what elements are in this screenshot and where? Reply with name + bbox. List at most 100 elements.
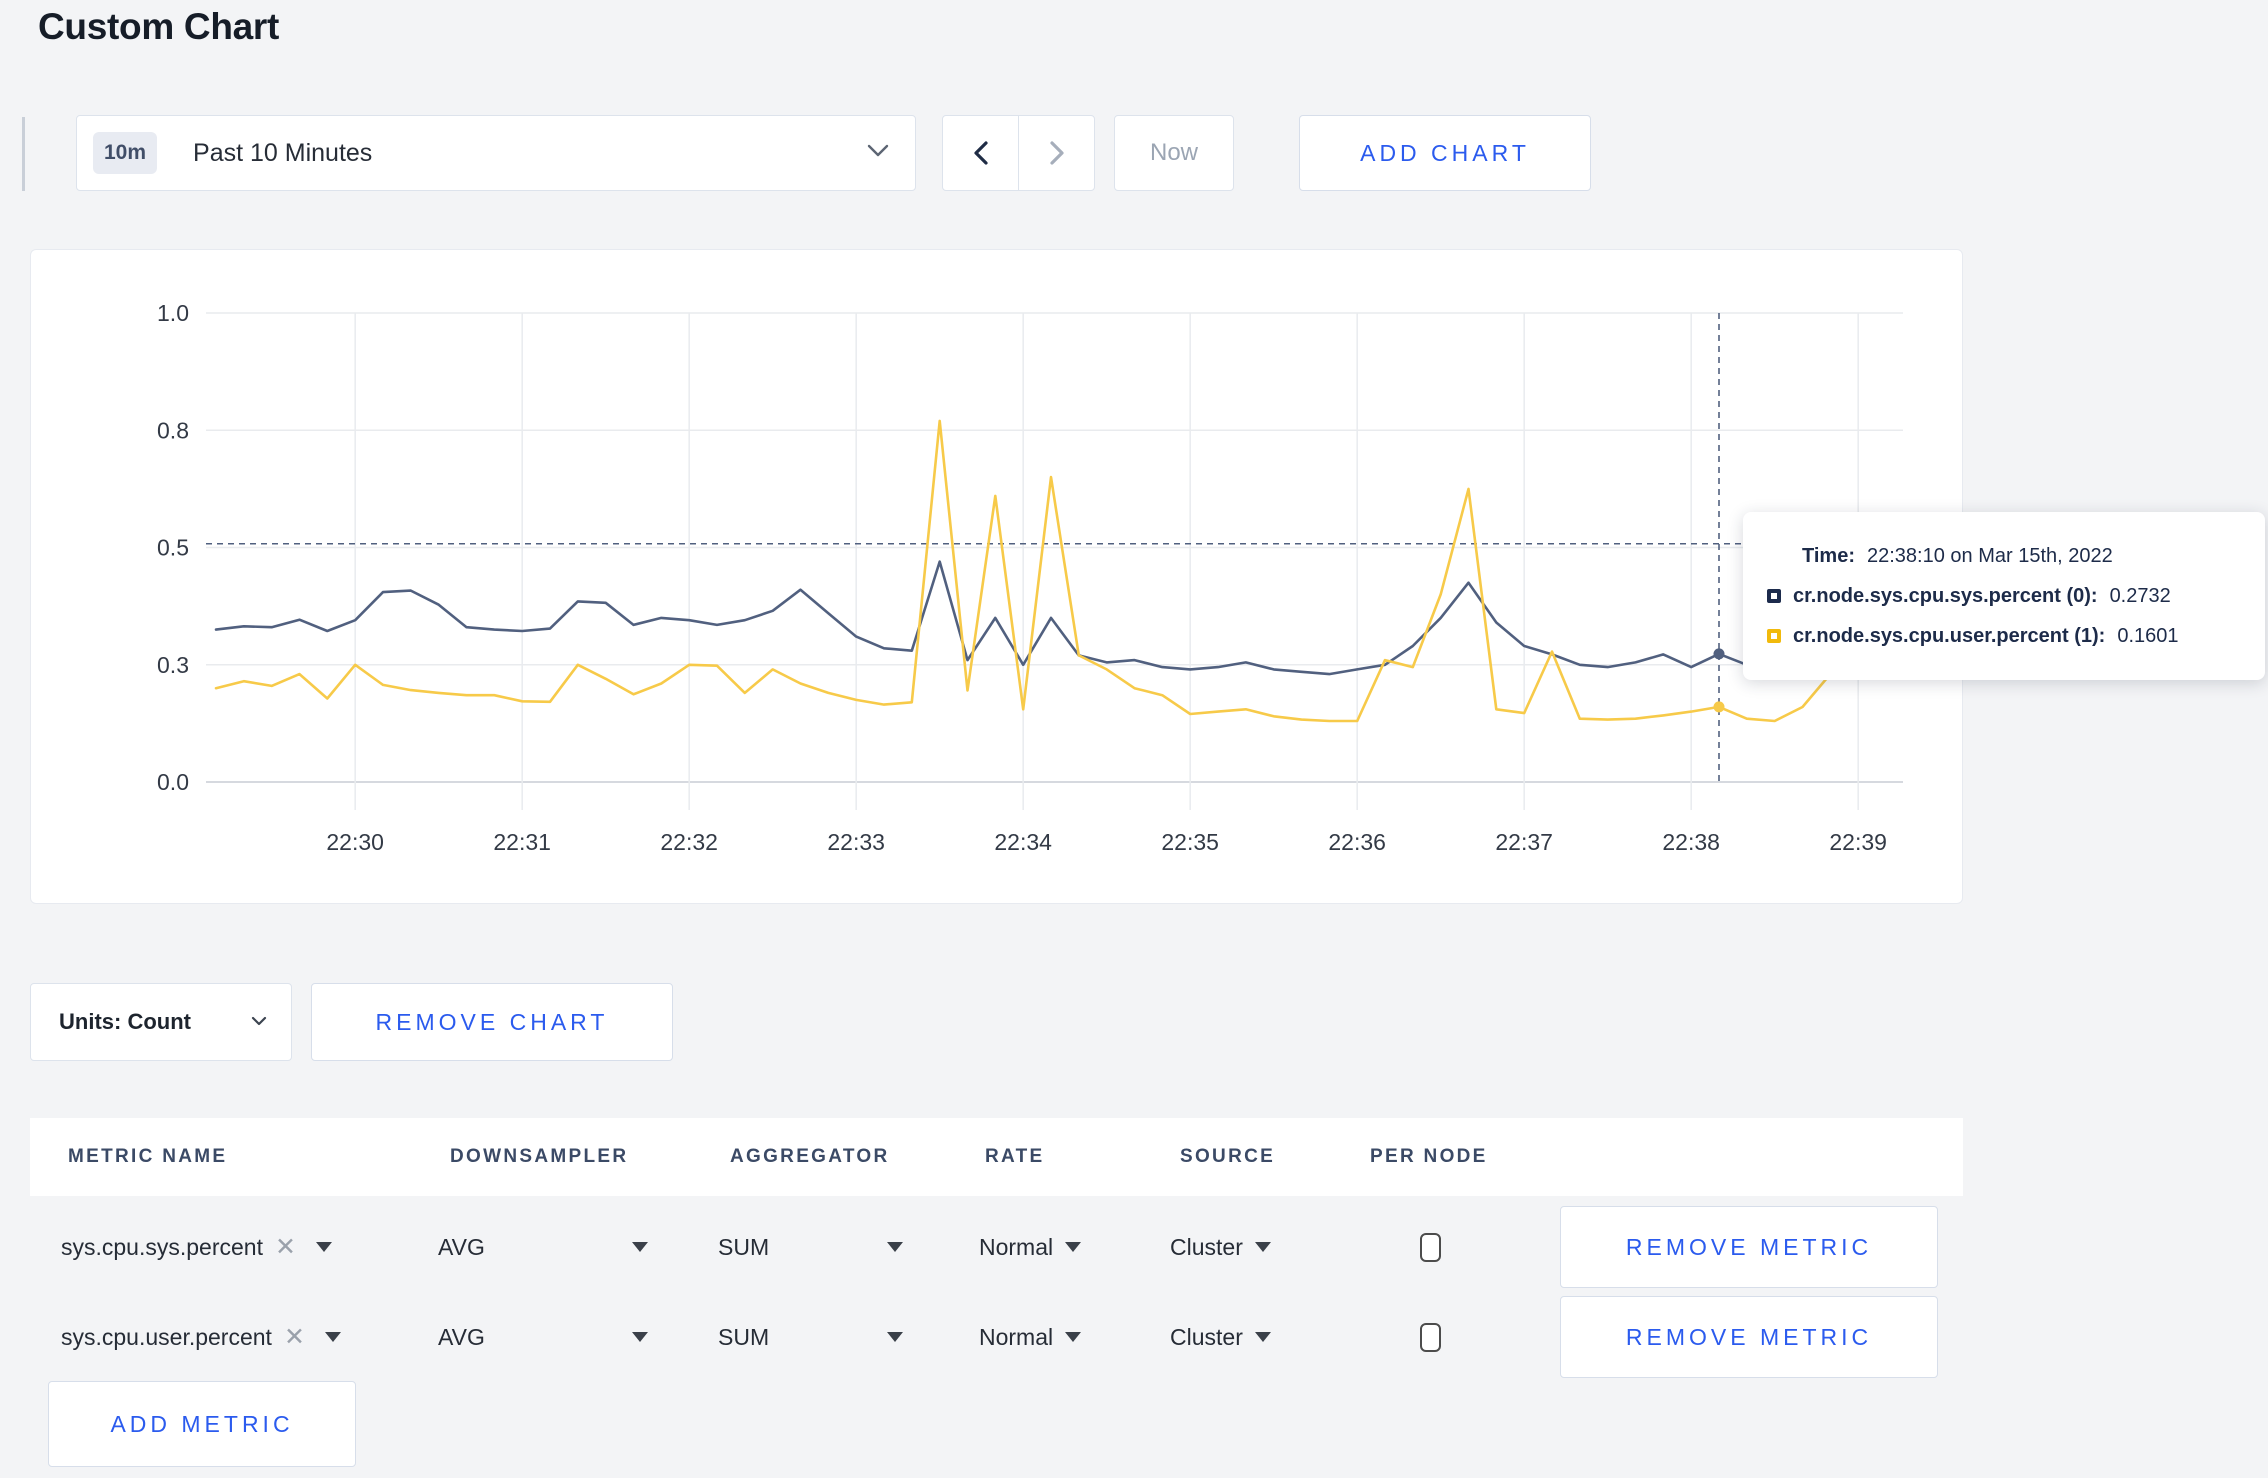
now-button[interactable]: Now <box>1114 115 1234 191</box>
x-axis-tick-label: 22:38 <box>1662 829 1720 855</box>
per-node-cell <box>1420 1296 1441 1378</box>
rate-dropdown[interactable]: Normal <box>979 1206 1082 1288</box>
time-range-dropdown[interactable]: 10m Past 10 Minutes <box>76 115 916 191</box>
downsampler-value[interactable]: AVG <box>438 1206 485 1288</box>
series-line <box>214 419 1888 723</box>
series-line <box>214 560 1888 676</box>
caret-down-icon[interactable] <box>324 1332 341 1342</box>
caret-down-icon <box>1065 1332 1082 1342</box>
page-title: Custom Chart <box>38 6 280 47</box>
tooltip-time-label: Time: <box>1802 544 1855 567</box>
downsampler-value[interactable]: AVG <box>438 1296 485 1378</box>
source-value: Cluster <box>1170 1233 1243 1260</box>
tooltip-series-name: cr.node.sys.cpu.sys.percent (0): <box>1793 584 2098 607</box>
caret-down-icon <box>632 1332 648 1342</box>
hover-point-dot <box>1713 701 1725 713</box>
aggregator-dropdown-caret[interactable] <box>887 1206 903 1288</box>
clear-metric-icon[interactable]: ✕ <box>284 1322 305 1352</box>
downsampler-dropdown-caret[interactable] <box>632 1206 648 1288</box>
chart-grid: 0.0 0.3 0.5 0.8 1.0 22:30 22:31 22:32 22:33 22:34… <box>157 300 1903 855</box>
sys-series-swatch-icon <box>1767 589 1781 603</box>
caret-down-icon[interactable] <box>315 1242 332 1252</box>
remove-metric-button[interactable]: REMOVE METRIC <box>1560 1296 1938 1378</box>
metrics-table: METRIC NAME DOWNSAMPLER AGGREGATOR RATE … <box>30 1115 1963 1477</box>
per-node-checkbox[interactable] <box>1420 1322 1441 1352</box>
chart-card: 0.0 0.3 0.5 0.8 1.0 22:30 22:31 22:32 22:33 22:34… <box>30 249 2265 905</box>
metric-name-value: sys.cpu.sys.percent <box>61 1233 263 1260</box>
column-header-aggregator: AGGREGATOR <box>730 1146 890 1167</box>
y-axis-tick-label: 0.8 <box>157 417 189 443</box>
tooltip-series-row: cr.node.sys.cpu.sys.percent (0): 0.2732 <box>1767 585 2265 608</box>
column-header-downsampler: DOWNSAMPLER <box>450 1146 629 1167</box>
metric-name-dropdown[interactable]: sys.cpu.sys.percent ✕ <box>61 1206 332 1288</box>
metrics-table-header: METRIC NAME DOWNSAMPLER AGGREGATOR RATE … <box>30 1118 1963 1196</box>
aggregator-dropdown-caret[interactable] <box>887 1296 903 1378</box>
downsampler-dropdown-caret[interactable] <box>632 1296 648 1378</box>
column-header-per-node: PER NODE <box>1370 1146 1488 1167</box>
y-axis-tick-label: 0.3 <box>157 652 189 678</box>
add-chart-button[interactable]: ADD CHART <box>1299 115 1591 191</box>
tooltip-series-value: 0.1601 <box>2117 624 2179 647</box>
chart-hover-tooltip: Time: 22:38:10 on Mar 15th, 2022 cr.node… <box>1743 512 2265 680</box>
per-node-checkbox[interactable] <box>1420 1232 1441 1262</box>
hover-point-dot <box>1713 648 1725 660</box>
metric-row: sys.cpu.user.percent ✕ AVG SUM Normal Cl… <box>30 1296 1963 1378</box>
user-series-swatch-icon <box>1767 629 1781 643</box>
cpu-chart-svg[interactable]: 0.0 0.3 0.5 0.8 1.0 22:30 22:31 22:32 22:33 22:34… <box>31 250 1964 905</box>
time-window-pager <box>942 115 1095 191</box>
units-dropdown[interactable]: Units: Count <box>30 983 292 1061</box>
toolbar-left-divider <box>22 117 25 191</box>
add-metric-button[interactable]: ADD METRIC <box>48 1381 356 1467</box>
remove-metric-button[interactable]: REMOVE METRIC <box>1560 1206 1938 1288</box>
caret-down-icon <box>887 1242 903 1252</box>
tooltip-time-row: Time: 22:38:10 on Mar 15th, 2022 <box>1802 545 2265 568</box>
y-axis-tick-label: 0.0 <box>157 769 189 795</box>
x-axis-tick-label: 22:32 <box>660 829 718 855</box>
rate-dropdown[interactable]: Normal <box>979 1296 1082 1378</box>
units-label: Units: Count <box>59 1009 191 1034</box>
time-range-label: Past 10 Minutes <box>193 138 373 167</box>
x-axis-tick-label: 22:34 <box>994 829 1052 855</box>
aggregator-value[interactable]: SUM <box>718 1296 769 1378</box>
column-header-source: SOURCE <box>1180 1146 1276 1167</box>
column-header-rate: RATE <box>985 1146 1045 1167</box>
x-axis-tick-label: 22:39 <box>1829 829 1887 855</box>
clear-metric-icon[interactable]: ✕ <box>275 1232 296 1262</box>
caret-down-icon <box>1254 1332 1271 1342</box>
caret-down-icon <box>1065 1242 1082 1252</box>
chevron-right-icon <box>1049 141 1064 165</box>
time-range-badge: 10m <box>93 132 158 174</box>
aggregator-value[interactable]: SUM <box>718 1206 769 1288</box>
metric-row: sys.cpu.sys.percent ✕ AVG SUM Normal Clu… <box>30 1206 1963 1288</box>
caret-down-icon <box>632 1242 648 1252</box>
x-axis-tick-label: 22:37 <box>1495 829 1553 855</box>
y-axis-tick-label: 1.0 <box>157 300 189 326</box>
tooltip-time-value: 22:38:10 on Mar 15th, 2022 <box>1866 544 2113 567</box>
metric-name-dropdown[interactable]: sys.cpu.user.percent ✕ <box>61 1296 341 1378</box>
x-axis-tick-label: 22:36 <box>1328 829 1386 855</box>
source-value: Cluster <box>1170 1323 1243 1350</box>
caret-down-icon <box>1254 1242 1271 1252</box>
x-axis-tick-label: 22:31 <box>493 829 551 855</box>
y-axis-tick-label: 0.5 <box>157 535 189 561</box>
rate-value: Normal <box>979 1323 1054 1350</box>
chevron-left-icon <box>973 141 988 165</box>
caret-down-icon <box>887 1332 903 1342</box>
tooltip-series-name: cr.node.sys.cpu.user.percent (1): <box>1793 624 2106 647</box>
source-dropdown[interactable]: Cluster <box>1170 1206 1271 1288</box>
x-axis-tick-label: 22:30 <box>326 829 384 855</box>
next-time-button[interactable] <box>1019 116 1094 190</box>
remove-chart-button[interactable]: REMOVE CHART <box>311 983 673 1061</box>
prev-time-button[interactable] <box>943 116 1018 190</box>
tooltip-series-row: cr.node.sys.cpu.user.percent (1): 0.1601 <box>1767 625 2265 648</box>
source-dropdown[interactable]: Cluster <box>1170 1296 1271 1378</box>
rate-value: Normal <box>979 1233 1054 1260</box>
chevron-down-icon <box>251 1013 267 1031</box>
column-header-metric-name: METRIC NAME <box>68 1146 228 1167</box>
tooltip-series-value: 0.2732 <box>2109 584 2171 607</box>
x-axis-tick-label: 22:33 <box>827 829 885 855</box>
per-node-cell <box>1420 1206 1441 1288</box>
x-axis-tick-label: 22:35 <box>1161 829 1219 855</box>
metric-name-value: sys.cpu.user.percent <box>61 1323 272 1350</box>
chevron-down-icon <box>867 144 889 162</box>
